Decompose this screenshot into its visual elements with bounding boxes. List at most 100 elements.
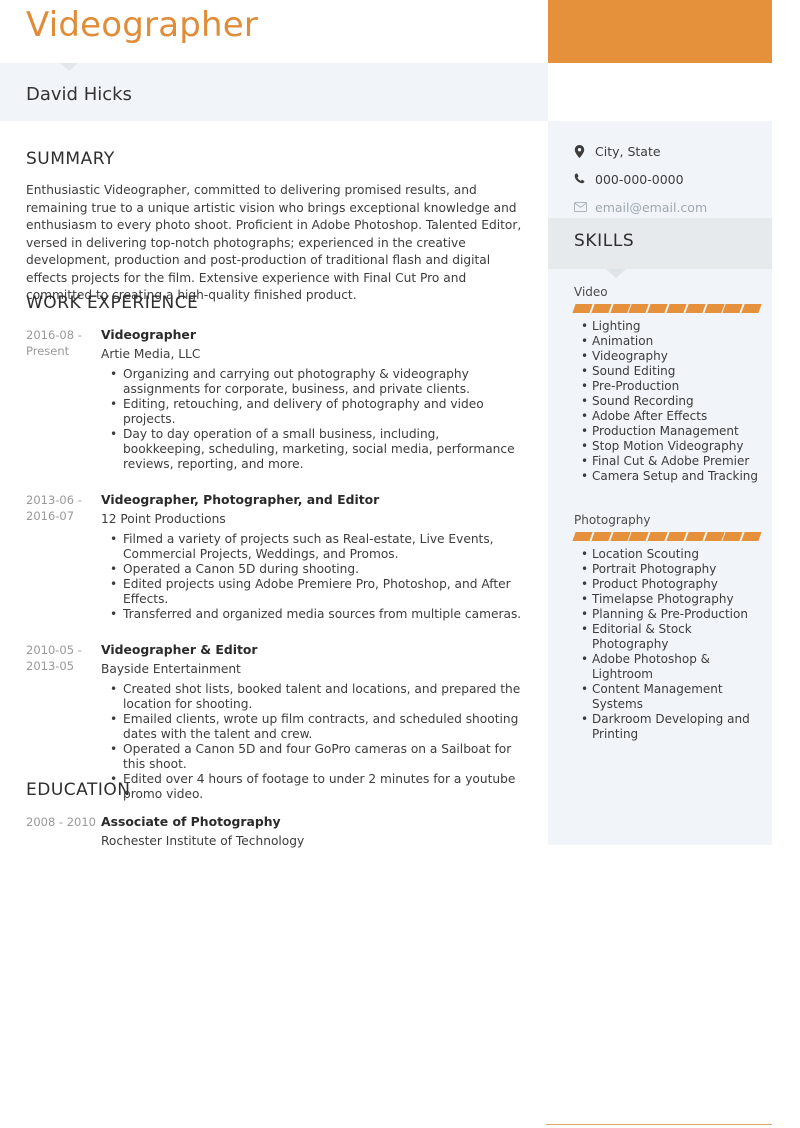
skill-level-segment: [685, 304, 706, 313]
list-item: Lighting: [581, 319, 764, 334]
skill-level-segment: [647, 532, 668, 541]
entry-dates: 2010-05 - 2013-05: [26, 643, 82, 673]
skills-heading: SKILLS: [574, 231, 635, 251]
skill-level-segment: [685, 532, 706, 541]
envelope-icon: [574, 202, 590, 212]
skill-group-video: Video LightingAnimationVideographySound …: [572, 285, 764, 484]
location-pin-icon: [574, 144, 590, 158]
list-item: Organizing and carrying out photography …: [110, 367, 522, 397]
skill-item-list: Location ScoutingPortrait PhotographyPro…: [574, 547, 764, 742]
page-title: Videographer: [26, 5, 259, 45]
list-item: Adobe After Effects: [581, 409, 764, 424]
skill-level-segment: [591, 304, 612, 313]
skill-item-list: LightingAnimationVideographySound Editin…: [574, 319, 764, 484]
experience-entry: 2013-06 - 2016-07 Videographer, Photograp…: [0, 491, 548, 622]
list-item: Transferred and organized media sources …: [110, 607, 522, 622]
skill-group-photography: Photography Location ScoutingPortrait Ph…: [572, 513, 764, 742]
entry-dates: 2008 - 2010: [26, 815, 96, 829]
header-accent-block: [548, 0, 772, 63]
experience-entry: 2010-05 - 2013-05 Videographer & Editor Ba…: [0, 641, 548, 802]
entry-organization: 12 Point Productions: [101, 512, 226, 526]
list-item: Operated a Canon 5D and four GoPro camer…: [110, 742, 522, 772]
contact-item-location: City, State: [548, 137, 772, 165]
skill-level-segment: [591, 532, 612, 541]
skill-level-segment: [666, 304, 687, 313]
entry-organization: Artie Media, LLC: [101, 347, 201, 361]
list-item: Location Scouting: [581, 547, 764, 562]
summary-text: Enthusiastic Videographer, committed to …: [26, 183, 522, 302]
entry-spacer: [0, 472, 548, 491]
person-name: David Hicks: [26, 84, 132, 105]
contact-location-text: City, State: [595, 143, 661, 159]
contact-phone-text: 000-000-0000: [595, 171, 684, 187]
list-item: Editorial & Stock Photography: [581, 622, 764, 652]
skill-level-segment: [628, 304, 649, 313]
list-item: Editing, retouching, and delivery of pho…: [110, 397, 522, 427]
list-item: Portrait Photography: [581, 562, 764, 577]
skill-level-meter: [572, 532, 762, 541]
phone-icon: [574, 173, 590, 185]
entry-role: Videographer: [101, 327, 196, 342]
list-item: Production Management: [581, 424, 764, 439]
entry-dates: 2013-06 - 2016-07: [26, 493, 82, 523]
list-item: Animation: [581, 334, 764, 349]
skill-level-segment: [666, 532, 687, 541]
contact-list: City, State 000-000-0000 email@email.com: [548, 121, 772, 221]
list-item: Adobe Photoshop & Lightroom: [581, 652, 764, 682]
skill-group-label: Photography: [574, 513, 651, 527]
list-item: Day to day operation of a small business…: [110, 427, 522, 472]
entry-degree: Associate of Photography: [101, 814, 281, 829]
entry-role: Videographer & Editor: [101, 642, 258, 657]
sidebar: City, State 000-000-0000 email@email.com…: [548, 121, 772, 845]
skill-level-segment: [647, 304, 668, 313]
list-item: Camera Setup and Tracking: [581, 469, 764, 484]
skill-level-segment: [741, 532, 762, 541]
section-title-experience: WORK EXPERIENCE: [26, 293, 199, 313]
section-title-education: EDUCATION: [26, 780, 131, 800]
list-item: Darkroom Developing and Printing: [581, 712, 764, 742]
list-item: Sound Editing: [581, 364, 764, 379]
education-entry-list: 2008 - 2010 Associate of Photography Roche…: [0, 813, 548, 850]
list-item: Product Photography: [581, 577, 764, 592]
section-education: EDUCATION 2008 - 2010 Associate of Photog…: [0, 779, 548, 850]
contact-item-phone: 000-000-0000: [548, 165, 772, 193]
list-item: Content Management Systems: [581, 682, 764, 712]
entry-body: Videographer Artie Media, LLC Organizing a…: [101, 326, 548, 472]
section-experience: WORK EXPERIENCE 2016-08 - Present Videogr…: [0, 292, 548, 802]
contact-email-text[interactable]: email@email.com: [595, 200, 707, 215]
entry-body: Videographer & Editor Bayside Entertainme…: [101, 641, 548, 802]
experience-entry-list: 2016-08 - Present Videographer Artie Media…: [0, 326, 548, 802]
contact-item-email[interactable]: email@email.com: [548, 193, 772, 221]
section-title-summary: SUMMARY: [26, 149, 115, 169]
list-item: Timelapse Photography: [581, 592, 764, 607]
list-item: Emailed clients, wrote up film contracts…: [110, 712, 522, 742]
entry-bullet-list: Filmed a variety of projects such as Rea…: [101, 532, 522, 622]
skill-level-segment: [609, 304, 631, 313]
skill-level-segment: [741, 304, 762, 313]
list-item: Stop Motion Videography: [581, 439, 764, 454]
entry-body: Videographer, Photographer, and Editor 12…: [101, 491, 548, 622]
list-item: Created shot lists, booked talent and lo…: [110, 682, 522, 712]
skill-level-segment: [722, 532, 743, 541]
skill-level-segment: [609, 532, 631, 541]
skill-level-segment: [703, 532, 725, 541]
education-entry: 2008 - 2010 Associate of Photography Roche…: [0, 813, 548, 850]
chevron-down-icon: [606, 269, 626, 278]
skill-level-meter: [572, 304, 762, 313]
section-summary: SUMMARY Enthusiastic Videographer, commi…: [0, 148, 548, 305]
footer-rule: [546, 1124, 772, 1125]
entry-school: Rochester Institute of Technology: [101, 834, 305, 848]
skill-level-segment: [722, 304, 743, 313]
entry-bullet-list: Organizing and carrying out photography …: [101, 367, 522, 472]
list-item: Sound Recording: [581, 394, 764, 409]
skill-level-segment: [703, 304, 725, 313]
list-item: Planning & Pre-Production: [581, 607, 764, 622]
experience-entry: 2016-08 - Present Videographer Artie Media…: [0, 326, 548, 472]
skill-group-label: Video: [574, 285, 608, 299]
list-item: Filmed a variety of projects such as Rea…: [110, 532, 522, 562]
list-item: Videography: [581, 349, 764, 364]
entry-dates: 2016-08 - Present: [26, 328, 82, 358]
entry-body: Associate of Photography Rochester Instit…: [101, 813, 548, 850]
list-item: Operated a Canon 5D during shooting.: [110, 562, 522, 577]
entry-organization: Bayside Entertainment: [101, 662, 241, 676]
